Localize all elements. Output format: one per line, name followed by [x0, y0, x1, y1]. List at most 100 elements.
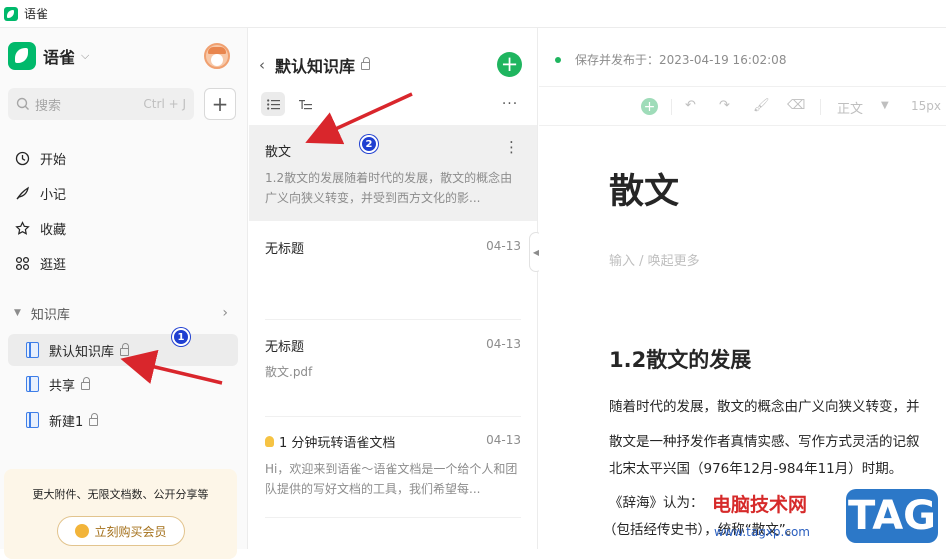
feather-icon — [14, 186, 30, 202]
paragraph[interactable]: 随着时代的发展，散文的概念由广义向狭义转变，并 — [609, 395, 920, 415]
editor: 保存并发布于：2023-04-19 16:02:08 + ↶ ↷ 🖌 ⌫ 正文 … — [539, 28, 946, 549]
nav-item-notes[interactable]: 小记 — [14, 176, 234, 211]
search-icon — [16, 97, 29, 110]
knowledge-base-title: 默认知识库 — [275, 57, 356, 76]
window-title: 语雀 — [24, 7, 49, 21]
doc-snippet: Hi，欢迎来到语雀～语雀文档是一个给个人和团队提供的写好文档的工具，我们希望每.… — [265, 462, 518, 496]
yuque-logo-icon — [8, 42, 36, 70]
window-titlebar: 语雀 — [0, 0, 946, 28]
list-item[interactable]: 散文 ⋮ 1.2散文的发展随着时代的发展，散文的概念由广义向狭义转变，并受到西方… — [249, 125, 537, 221]
coin-icon — [75, 524, 90, 538]
toolbar-divider — [820, 99, 821, 115]
clock-icon — [14, 151, 30, 167]
knowledge-base-section[interactable]: ▼ 知识库 › — [14, 302, 228, 324]
buy-membership-label: 立刻购买会员 — [94, 524, 167, 539]
list-item[interactable]: 无标题 04-13 散文.pdf — [249, 320, 537, 416]
doc-title: 无标题 — [265, 340, 305, 355]
editor-toolbar: + ↶ ↷ 🖌 ⌫ 正文 ▼ 15px — [539, 86, 946, 126]
list-view-button[interactable] — [261, 92, 285, 116]
callout-marker-1: 1 — [172, 328, 190, 346]
kb-label: 共享 — [49, 378, 76, 394]
more-vertical-icon[interactable]: ⋮ — [504, 138, 519, 156]
insert-button[interactable]: + — [641, 98, 658, 115]
back-arrow-icon[interactable]: ‹ — [259, 56, 265, 74]
doc-date: 04-13 — [486, 337, 521, 351]
lock-icon — [81, 377, 91, 390]
new-button[interactable]: + — [204, 88, 236, 120]
format-painter-icon[interactable]: 🖌 — [753, 98, 770, 113]
eraser-icon[interactable]: ⌫ — [787, 98, 805, 113]
nav-item-label: 开始 — [40, 153, 67, 168]
paragraph[interactable]: 北宋太平兴国（976年12月-984年11月）时期。 — [609, 457, 902, 477]
chevron-down-icon: ⌵ — [81, 49, 90, 62]
book-icon — [26, 342, 39, 358]
divider — [265, 517, 521, 518]
brand-switcher[interactable]: 语雀 ⌵ — [8, 42, 89, 70]
caret-down-icon: ▼ — [14, 308, 21, 318]
paragraph[interactable]: 散文是一种抒发作者真情实感、写作方式灵活的记叙 — [609, 430, 920, 450]
section-title: 知识库 — [30, 307, 70, 323]
watermark-tag: TAG — [846, 489, 938, 543]
chevron-down-icon[interactable]: ▼ — [881, 100, 889, 111]
nav-item-label: 小记 — [40, 188, 67, 203]
sidebar: 语雀 ⌵ 搜索 Ctrl + J + 开始 小记 收藏 逛逛 ▼ 知识库 › 默… — [0, 28, 248, 559]
doc-title[interactable]: 散文 — [609, 163, 679, 214]
section-heading[interactable]: 1.2散文的发展 — [609, 344, 751, 374]
nav-item-explore[interactable]: 逛逛 — [14, 246, 234, 281]
book-icon — [26, 412, 39, 428]
more-options-icon[interactable]: ··· — [499, 92, 521, 116]
watermark-text: 电脑技术网 — [712, 494, 808, 516]
doc-snippet: 1.2散文的发展随着时代的发展，散文的概念由广义向狭义转变，并受到西方文化的影.… — [265, 171, 513, 205]
paragraph-style-select[interactable]: 正文 — [837, 98, 863, 117]
star-icon — [14, 221, 30, 237]
save-status-text: 保存并发布于：2023-04-19 16:02:08 — [575, 53, 787, 67]
undo-icon[interactable]: ↶ — [685, 98, 696, 113]
sidebar-item-shared-kb[interactable]: 共享 — [8, 368, 238, 400]
doc-title: 散文 — [265, 145, 292, 160]
nav-item-start[interactable]: 开始 — [14, 141, 234, 176]
tree-view-button[interactable] — [293, 92, 317, 116]
lightbulb-icon — [265, 436, 274, 447]
yuque-logo-icon — [4, 6, 18, 21]
doc-title: 1 分钟玩转语雀文档 — [265, 432, 395, 451]
list-item[interactable]: 1 分钟玩转语雀文档 04-13 Hi，欢迎来到语雀～语雀文档是一个给个人和团队… — [249, 417, 537, 517]
tree-icon — [298, 99, 312, 109]
buy-membership-button[interactable]: 立刻购买会员 — [57, 516, 185, 546]
plus-icon: + — [211, 92, 229, 116]
list-icon — [266, 98, 280, 110]
sidebar-item-default-kb[interactable]: 默认知识库 — [8, 334, 238, 366]
callout-marker-2: 2 — [360, 135, 378, 153]
list-item[interactable]: 无标题 04-13 — [249, 221, 537, 319]
search-input[interactable]: 搜索 Ctrl + J — [8, 88, 194, 120]
toolbar-divider — [671, 99, 672, 115]
nav-item-label: 逛逛 — [40, 258, 67, 273]
editor-placeholder[interactable]: 输入 / 唤起更多 — [609, 250, 700, 269]
nav-item-favorites[interactable]: 收藏 — [14, 211, 234, 246]
brand-name: 语雀 — [43, 48, 76, 67]
doc-list-panel: ‹ 默认知识库 + ··· 散文 ⋮ 1.2散文的发展随着时代的发展，散文的概念… — [249, 28, 538, 549]
watermark-url: www.tagxp.com — [714, 525, 810, 539]
doc-date: 04-13 — [486, 433, 521, 447]
kb-label: 默认知识库 — [49, 344, 115, 360]
watermark: 电脑技术网 www.tagxp.com TAG — [700, 486, 946, 549]
save-status: 保存并发布于：2023-04-19 16:02:08 — [555, 51, 786, 68]
paragraph[interactable]: 《辞海》认为： — [609, 491, 704, 511]
sidebar-item-new1-kb[interactable]: 新建1 — [8, 404, 238, 436]
main-nav: 开始 小记 收藏 逛逛 — [14, 141, 234, 281]
add-doc-button[interactable]: + — [497, 52, 522, 77]
book-icon — [26, 376, 39, 392]
doc-date: 04-13 — [486, 239, 521, 253]
redo-icon[interactable]: ↷ — [719, 98, 730, 113]
search-shortcut: Ctrl + J — [143, 97, 186, 111]
grid-icon — [14, 256, 30, 272]
avatar[interactable] — [204, 43, 230, 69]
lock-icon — [120, 343, 130, 356]
doc-snippet: 散文.pdf — [265, 365, 313, 379]
search-placeholder: 搜索 — [35, 98, 62, 114]
status-dot-icon — [555, 56, 561, 63]
doc-title: 无标题 — [265, 242, 305, 257]
membership-promo: 更大附件、无限文档数、公开分享等 立刻购买会员 — [4, 469, 237, 559]
kb-label: 新建1 — [49, 414, 84, 430]
font-size-select[interactable]: 15px — [911, 99, 941, 113]
chevron-right-icon[interactable]: › — [222, 305, 228, 321]
